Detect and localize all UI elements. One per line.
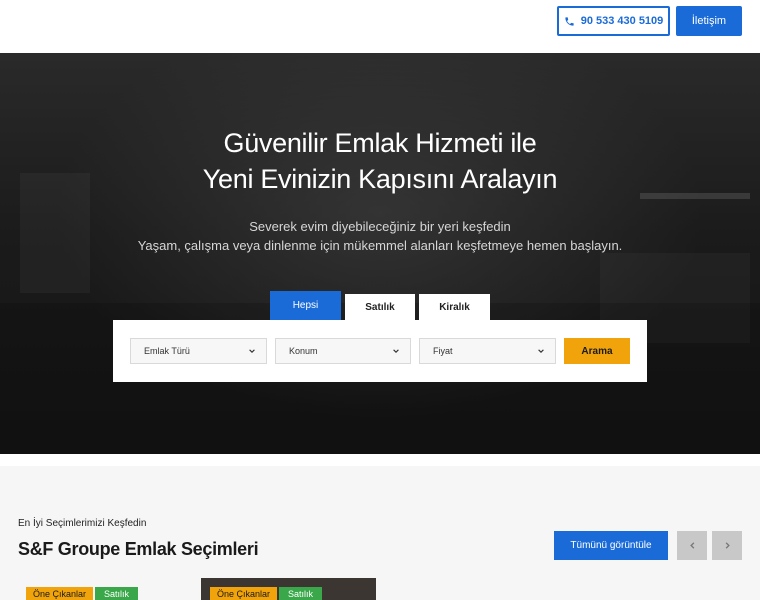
carousel-next-button[interactable] <box>712 531 742 560</box>
hero-section: Güvenilir Emlak Hizmeti ile Yeni Evinizi… <box>0 53 760 454</box>
property-type-select[interactable]: Emlak Türü <box>130 338 267 364</box>
featured-section: En İyi Seçimlerimizi Keşfedin S&F Groupe… <box>0 466 760 600</box>
phone-number: 90 533 430 5109 <box>580 15 664 27</box>
price-select[interactable]: Fiyat <box>419 338 556 364</box>
hero-subtitle-line: Yaşam, çalışma veya dinlenme için mükemm… <box>137 238 623 253</box>
property-card[interactable]: Öne Çıkanlar Satılık <box>26 578 176 600</box>
contact-button[interactable]: İletişim <box>676 6 742 36</box>
section-title: S&F Groupe Emlak Seçimleri <box>18 539 259 559</box>
hero-subtitle: Severek evim diyebileceğiniz bir yeri ke… <box>0 217 760 255</box>
hero-title-line: Güvenilir Emlak Hizmeti ile <box>223 128 537 158</box>
featured-badge: Öne Çıkanlar <box>26 587 93 600</box>
phone-icon <box>565 16 574 26</box>
featured-badge: Öne Çıkanlar <box>210 587 277 600</box>
location-value: Konum <box>289 346 318 356</box>
search-form: Emlak Türü Konum Fiyat Arama <box>113 320 647 382</box>
property-card[interactable]: Öne Çıkanlar Satılık <box>201 578 376 600</box>
carousel-prev-button[interactable] <box>677 531 707 560</box>
status-badge: Satılık <box>95 587 138 600</box>
phone-button[interactable]: 90 533 430 5109 <box>557 6 670 36</box>
section-spacer <box>0 454 760 466</box>
chevron-down-icon <box>249 349 255 353</box>
tab-all[interactable]: Hepsi <box>270 291 341 320</box>
site-header: 90 533 430 5109 İletişim <box>0 0 760 53</box>
price-value: Fiyat <box>433 346 453 356</box>
property-type-value: Emlak Türü <box>144 346 190 356</box>
tab-for-sale[interactable]: Satılık <box>345 294 415 320</box>
hero-title-line: Yeni Evinizin Kapısını Aralayın <box>202 164 558 194</box>
section-eyebrow: En İyi Seçimlerimizi Keşfedin <box>18 518 147 529</box>
search-button[interactable]: Arama <box>564 338 630 364</box>
chevron-down-icon <box>393 349 399 353</box>
chevron-left-icon <box>689 542 694 549</box>
status-badge: Satılık <box>279 587 322 600</box>
chevron-down-icon <box>538 349 544 353</box>
hero-subtitle-line: Severek evim diyebileceğiniz bir yeri ke… <box>249 219 511 234</box>
hero-title: Güvenilir Emlak Hizmeti ile Yeni Evinizi… <box>0 125 760 197</box>
chevron-right-icon <box>725 542 730 549</box>
tab-for-rent[interactable]: Kiralık <box>419 294 490 320</box>
location-select[interactable]: Konum <box>275 338 411 364</box>
view-all-button[interactable]: Tümünü görüntüle <box>554 531 668 560</box>
